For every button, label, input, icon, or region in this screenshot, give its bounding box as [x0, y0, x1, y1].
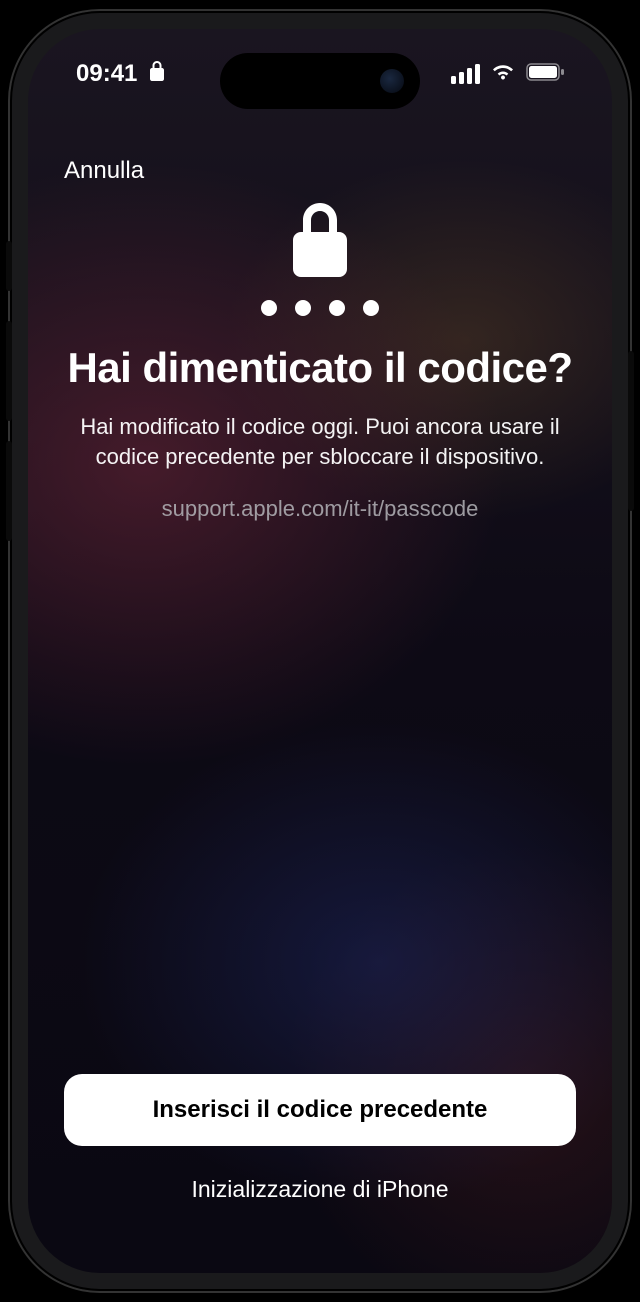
cellular-signal-icon	[451, 64, 480, 84]
passcode-dot	[363, 300, 379, 316]
page-title: Hai dimenticato il codice?	[64, 344, 576, 392]
lock-icon	[292, 203, 348, 282]
passcode-dot	[329, 300, 345, 316]
lock-icon	[149, 60, 165, 88]
passcode-dot	[261, 300, 277, 316]
dynamic-island	[220, 53, 420, 109]
screen: 09:41	[28, 29, 612, 1273]
support-url: support.apple.com/it-it/passcode	[64, 496, 576, 522]
description-text: Hai modificato il codice oggi. Puoi anco…	[64, 412, 576, 471]
side-button	[6, 241, 12, 291]
cancel-button[interactable]: Annulla	[64, 149, 576, 193]
status-time: 09:41	[76, 60, 137, 88]
wifi-icon	[490, 62, 516, 87]
enter-previous-passcode-button[interactable]: Inserisci il codice precedente	[64, 1074, 576, 1146]
passcode-dots	[261, 300, 379, 316]
camera-icon	[380, 69, 404, 93]
battery-icon	[526, 63, 564, 86]
side-button	[628, 351, 634, 511]
phone-frame: 09:41	[10, 11, 630, 1291]
side-button	[6, 441, 12, 541]
side-button	[6, 321, 12, 421]
passcode-dot	[295, 300, 311, 316]
erase-iphone-button[interactable]: Inizializzazione di iPhone	[64, 1176, 576, 1223]
